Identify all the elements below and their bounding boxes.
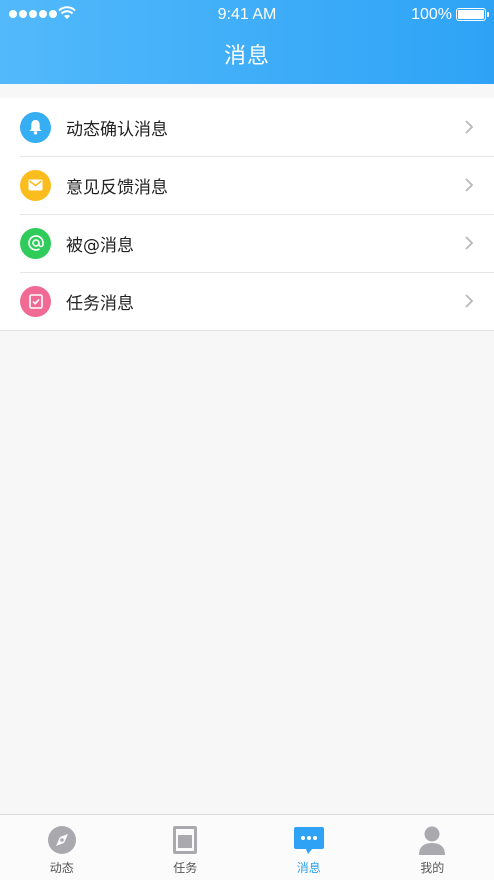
tab-label: 动态 — [49, 861, 74, 875]
list-item-label: 动态确认消息 — [66, 119, 168, 140]
list-item-task[interactable]: 任务消息 — [0, 272, 494, 330]
tab-label: 任务 — [173, 861, 198, 875]
compass-icon — [47, 826, 76, 854]
document-icon — [173, 826, 198, 854]
status-bar: 9:41 AM 100% — [0, 0, 494, 30]
page-title: 消息 — [223, 44, 270, 69]
list-item-label: 意见反馈消息 — [66, 177, 168, 198]
chevron-right-icon — [465, 178, 474, 192]
tab-label: 我的 — [420, 861, 445, 875]
list-item-label: 被@消息 — [66, 235, 134, 256]
tab-tasks[interactable]: 任务 — [124, 815, 248, 880]
battery-icon — [456, 8, 489, 21]
mail-icon — [20, 169, 51, 201]
tab-bar: 动态 任务 消息 我的 — [0, 814, 494, 880]
list-item-label: 任务消息 — [66, 293, 134, 314]
list-item-dynamic-confirm[interactable]: 动态确认消息 — [0, 98, 494, 156]
list-item-mentions[interactable]: 被@消息 — [0, 214, 494, 272]
tab-messages[interactable]: 消息 — [247, 815, 371, 880]
chat-icon — [293, 827, 324, 854]
tab-profile[interactable]: 我的 — [371, 815, 494, 880]
bell-icon — [20, 111, 51, 143]
task-icon — [20, 285, 51, 317]
message-list: 动态确认消息 意见反馈消息 被@消息 任务消息 — [0, 98, 494, 331]
person-icon — [419, 826, 446, 855]
chevron-right-icon — [465, 120, 474, 134]
chevron-right-icon — [465, 294, 474, 308]
list-item-feedback[interactable]: 意见反馈消息 — [0, 156, 494, 214]
at-icon — [20, 227, 51, 259]
battery-percent: 100% — [411, 6, 452, 23]
tab-label: 消息 — [296, 861, 321, 875]
header: 9:41 AM 100% 消息 — [0, 0, 494, 84]
chevron-right-icon — [465, 236, 474, 250]
tab-dynamic[interactable]: 动态 — [0, 815, 124, 880]
